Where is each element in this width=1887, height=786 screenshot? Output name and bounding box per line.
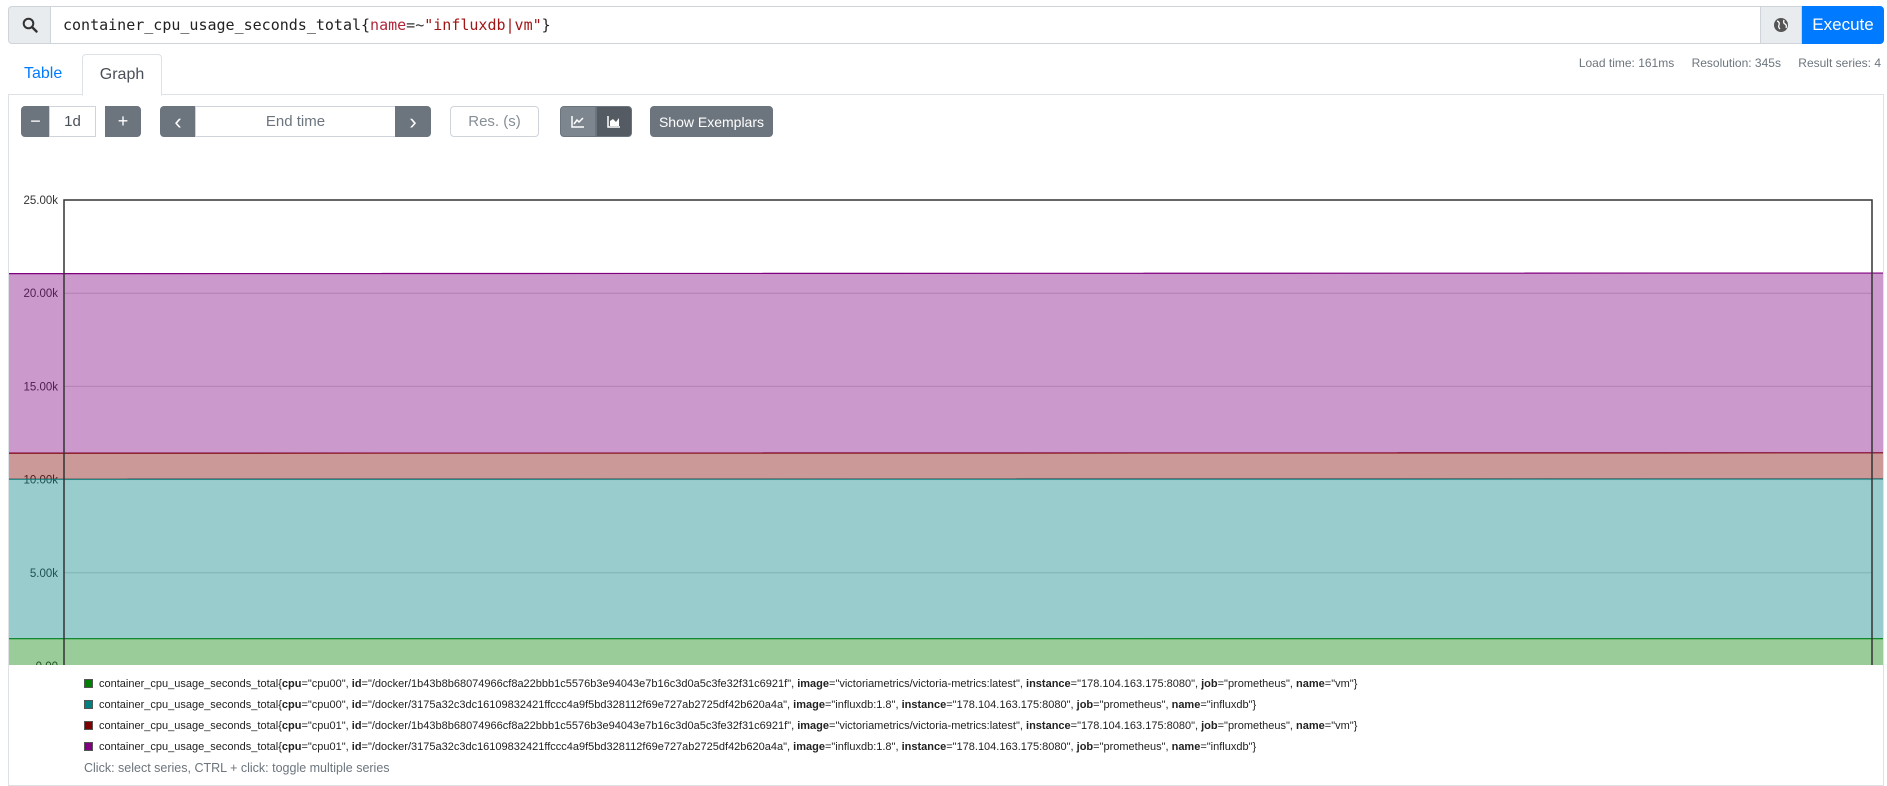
previous-time-button[interactable]: ‹ xyxy=(160,106,196,137)
series-legend: container_cpu_usage_seconds_total{cpu="c… xyxy=(84,673,1357,775)
y-tick-label: 25.00k xyxy=(23,195,58,207)
globe-icon[interactable] xyxy=(1761,6,1802,44)
area-chart-icon[interactable] xyxy=(596,106,632,137)
query-open-brace: { xyxy=(361,16,371,34)
result-series: Result series: 4 xyxy=(1798,56,1881,70)
legend-series-label: container_cpu_usage_seconds_total{cpu="c… xyxy=(99,740,1257,753)
query-label-name: name xyxy=(370,16,407,34)
graph-panel: − 1d + ‹ End time › Res. (s) Show Exempl… xyxy=(8,95,1884,786)
line-chart-icon[interactable] xyxy=(560,106,596,137)
legend-swatch xyxy=(84,742,93,751)
time-series-chart[interactable]: 0.005.00k10.00k15.00k20.00k25.00k16:0018… xyxy=(9,145,1883,665)
legend-swatch xyxy=(84,721,93,730)
series-area-2 xyxy=(9,478,1883,639)
legend-series-label: container_cpu_usage_seconds_total{cpu="c… xyxy=(99,698,1257,711)
query-label-value: "influxdb|vm" xyxy=(424,16,542,34)
load-time: Load time: 161ms xyxy=(1578,56,1675,70)
resolution-input[interactable]: Res. (s) xyxy=(450,106,539,137)
increase-range-button[interactable]: + xyxy=(105,106,141,137)
query-expression-input[interactable]: container_cpu_usage_seconds_total{name =~… xyxy=(50,6,1761,44)
query-stats: Load time: 161ms Resolution: 345s Result… xyxy=(1565,56,1881,70)
next-time-button[interactable]: › xyxy=(395,106,431,137)
query-operator: =~ xyxy=(406,16,425,34)
query-metric: container_cpu_usage_seconds_total xyxy=(63,16,362,34)
series-area-1 xyxy=(9,638,1883,665)
legend-item[interactable]: container_cpu_usage_seconds_total{cpu="c… xyxy=(84,673,1357,694)
legend-item[interactable]: container_cpu_usage_seconds_total{cpu="c… xyxy=(84,715,1357,736)
query-close-brace: } xyxy=(541,16,551,34)
legend-item[interactable]: container_cpu_usage_seconds_total{cpu="c… xyxy=(84,694,1357,715)
range-input[interactable]: 1d xyxy=(49,106,96,137)
execute-button[interactable]: Execute xyxy=(1802,6,1884,44)
tab-table[interactable]: Table xyxy=(8,54,78,95)
legend-item[interactable]: container_cpu_usage_seconds_total{cpu="c… xyxy=(84,736,1357,757)
legend-swatch xyxy=(84,679,93,688)
resolution: Resolution: 345s xyxy=(1691,56,1781,70)
end-time-input[interactable]: End time xyxy=(195,106,396,137)
show-exemplars-button[interactable]: Show Exemplars xyxy=(650,106,773,137)
search-icon xyxy=(8,6,50,44)
legend-series-label: container_cpu_usage_seconds_total{cpu="c… xyxy=(99,719,1358,732)
decrease-range-button[interactable]: − xyxy=(21,106,50,137)
legend-hint: Click: select series, CTRL + click: togg… xyxy=(84,761,390,775)
legend-series-label: container_cpu_usage_seconds_total{cpu="c… xyxy=(99,677,1358,690)
tab-graph[interactable]: Graph xyxy=(82,54,162,96)
legend-swatch xyxy=(84,700,93,709)
query-bar: container_cpu_usage_seconds_total{name =~… xyxy=(8,6,1884,44)
